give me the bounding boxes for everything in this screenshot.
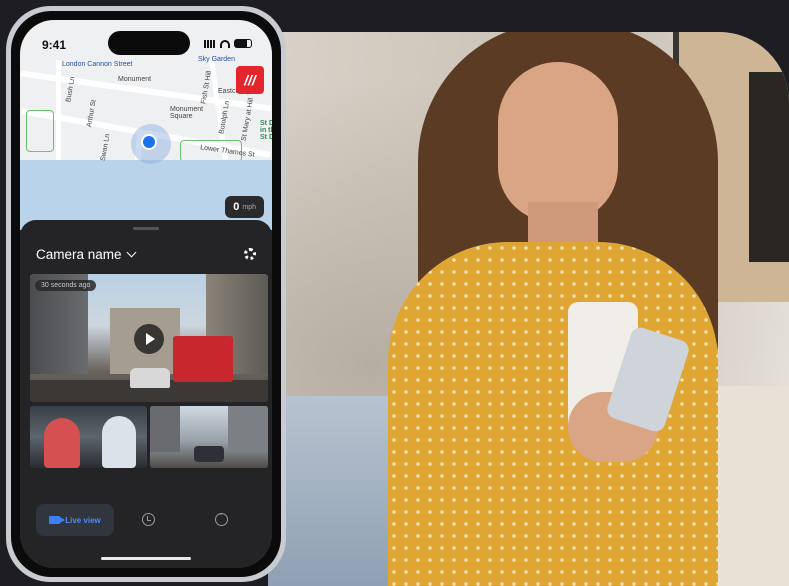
- map-label-st-dunstan: St Dun in the St Du: [260, 120, 272, 141]
- wifi-icon: [220, 39, 230, 48]
- gear-icon[interactable]: [244, 248, 256, 260]
- signal-icon: [204, 39, 216, 48]
- camera-selector[interactable]: Camera name: [36, 247, 136, 262]
- rear-camera-feed[interactable]: [150, 406, 268, 468]
- map-label-monument-square: Monument Square: [170, 106, 204, 120]
- chevron-down-icon: [126, 247, 136, 258]
- play-icon[interactable]: [134, 324, 164, 354]
- phone-mockup: London Cannon Street Sky Garden Monument…: [6, 6, 286, 582]
- speed-value: 0: [233, 201, 240, 213]
- feed-timestamp-badge: 30 seconds ago: [35, 280, 97, 291]
- brand-logo[interactable]: ///: [236, 66, 264, 94]
- sheet-grabber[interactable]: [133, 227, 159, 230]
- tab-bar: Live view: [20, 494, 272, 568]
- status-time: 9:41: [42, 38, 67, 52]
- camera-sheet: Camera name 30 seconds ago Live view ···: [20, 220, 272, 568]
- history-icon[interactable]: [142, 513, 155, 526]
- speed-unit: mph: [242, 203, 256, 211]
- tab-live-view[interactable]: Live view: [36, 504, 114, 536]
- home-indicator: [101, 557, 191, 560]
- tab-live-view-label: Live view: [65, 515, 101, 525]
- more-icon[interactable]: [215, 510, 228, 526]
- phone-screen: London Cannon Street Sky Garden Monument…: [20, 20, 272, 568]
- main-camera-feed[interactable]: 30 seconds ago: [30, 274, 268, 402]
- map-label-monument: Monument: [118, 76, 152, 83]
- interior-camera-feed[interactable]: [30, 406, 147, 468]
- current-location-icon: [141, 134, 157, 150]
- dynamic-island: [108, 31, 190, 55]
- camera-name: Camera name: [36, 247, 122, 262]
- background-photo: [268, 32, 789, 586]
- map-label-london-cannon-street: London Cannon Street: [62, 61, 133, 68]
- map-label-swan-ln: Swan Ln: [99, 133, 112, 162]
- speed-indicator: 0 mph: [225, 196, 264, 218]
- battery-icon: [234, 39, 252, 48]
- video-camera-icon: [49, 516, 66, 524]
